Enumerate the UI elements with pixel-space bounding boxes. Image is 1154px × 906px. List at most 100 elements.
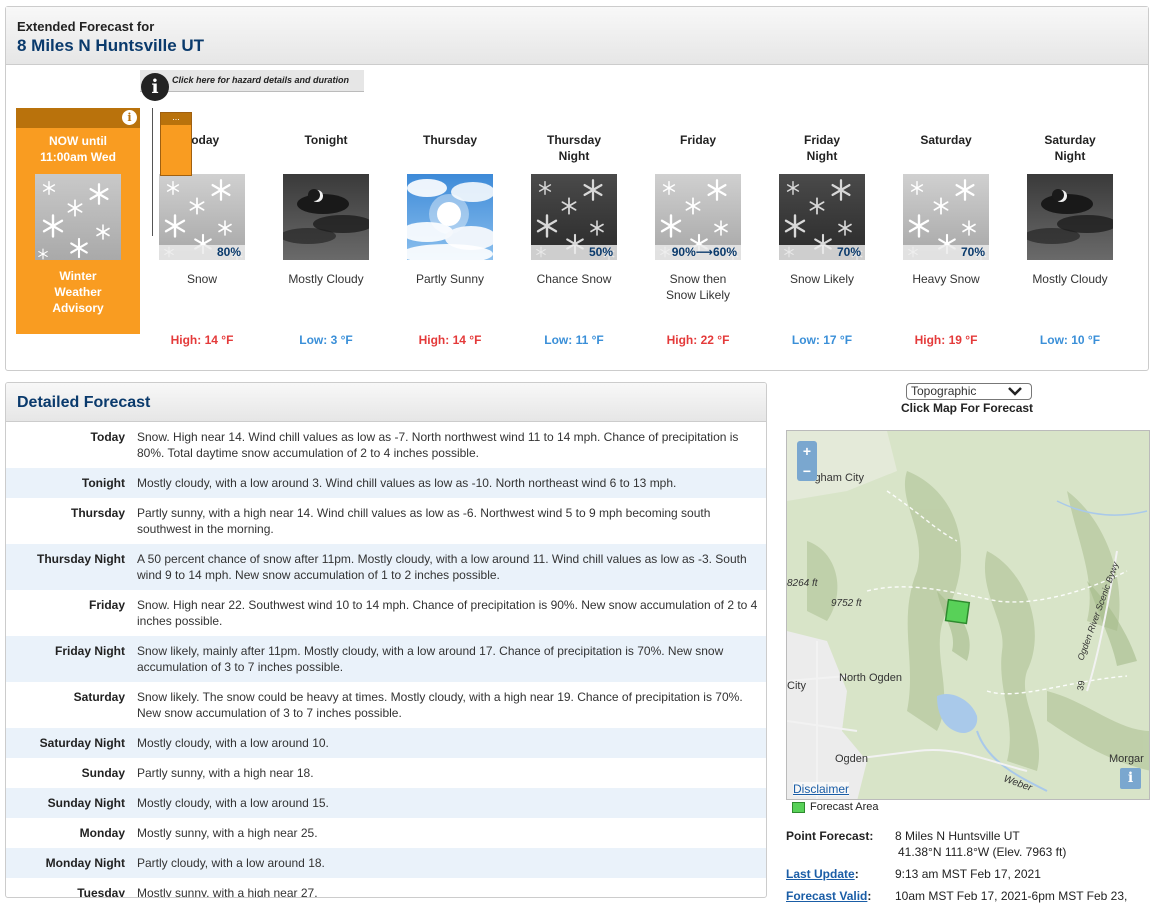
period-temperature: High: 22 °F: [666, 333, 730, 347]
forecast-area-swatch: [792, 801, 805, 813]
point-forecast-value: 8 Miles N Huntsville UT: [895, 829, 1020, 843]
precip-chance: 90%⟶60%: [655, 245, 741, 260]
period-name-line: Thursday: [546, 133, 601, 147]
last-update-label: Last Update:: [786, 866, 886, 882]
precip-chance: 70%: [903, 245, 989, 260]
forecast-valid-value: 10am MST Feb 17, 2021-6pm MST Feb 23,: [895, 889, 1128, 903]
detailed-forecast-row: Saturday Snow likely. The snow could be h…: [6, 682, 766, 728]
detailed-period-text: Snow. High near 22. Southwest wind 10 to…: [137, 598, 758, 628]
legend-label: Forecast Area: [810, 801, 879, 813]
detailed-period-text: Mostly cloudy, with a low around 10.: [137, 736, 329, 750]
detailed-period-label: Monday Night: [45, 856, 125, 870]
detailed-forecast-panel: Detailed Forecast Today Snow. High near 1…: [5, 382, 767, 898]
forecast-valid-link[interactable]: Forecast Valid: [786, 889, 867, 903]
period-name: Tonight: [264, 126, 388, 166]
advisory-bar: i: [16, 108, 140, 128]
detailed-period-text: Partly sunny, with a high near 14. Wind …: [137, 506, 711, 536]
detailed-forecast-row: Friday Snow. High near 22. Southwest wind…: [6, 590, 766, 636]
location-title: 8 Miles N Huntsville UT: [17, 36, 205, 55]
precip-chance: 80%: [159, 245, 245, 260]
detailed-period-label: Today: [90, 430, 125, 444]
detailed-period-label: Thursday Night: [36, 552, 125, 566]
period-name: Thursday Night: [512, 126, 636, 166]
period-temperature: Low: 3 °F: [299, 333, 353, 347]
partly-sunny-icon[interactable]: [407, 174, 493, 260]
period-temperature: Low: 17 °F: [791, 333, 853, 347]
period-temperature: High: 14 °F: [170, 333, 234, 347]
forecast-map[interactable]: Brigham City 8264 ft 9752 ft North Ogden…: [786, 430, 1150, 800]
forecast-period[interactable]: Thursday Partly Sunny High: 14 °F: [388, 126, 512, 347]
map-caption: Click Map For Forecast: [901, 401, 1034, 415]
period-temperature: Low: 10 °F: [1039, 333, 1101, 347]
snow-icon: [35, 174, 121, 260]
last-update-link[interactable]: Last Update: [786, 867, 855, 881]
detailed-forecast-row: Friday Night Snow likely, mainly after 11…: [6, 636, 766, 682]
detailed-forecast-row: Thursday Partly sunny, with a high near 1…: [6, 498, 766, 544]
detailed-period-label: Saturday Night: [39, 736, 125, 750]
map-label-morgan: Morgar: [1109, 753, 1144, 765]
detailed-period-label: Sunday Night: [47, 796, 125, 810]
detailed-forecast-row: Sunday Partly sunny, with a high near 18.: [6, 758, 766, 788]
period-name: Thursday: [388, 126, 512, 166]
advisory-name: Winter Weather Advisory: [16, 268, 140, 316]
winter-weather-advisory-card[interactable]: i NOW until 11:00am Wed Winter Weather A…: [16, 108, 140, 334]
detailed-forecast-row: Sunday Night Mostly cloudy, with a low ar…: [6, 788, 766, 818]
forecast-period[interactable]: Thursday Night 50% Chance Snow Low: 11 °F: [512, 126, 636, 347]
detailed-forecast-rows: Today Snow. High near 14. Wind chill valu…: [6, 422, 766, 897]
advisory-tab-cap: ...: [161, 113, 191, 125]
forecast-period[interactable]: Friday Night 70% Snow Likely Low: 17 °F: [760, 126, 884, 347]
short-forecast-line: Mostly Cloudy: [288, 272, 364, 286]
detailed-forecast-row: Today Snow. High near 14. Wind chill valu…: [6, 422, 766, 468]
night-cloudy-icon[interactable]: [1027, 174, 1113, 260]
map-type-select[interactable]: Topographic: [906, 383, 1032, 400]
forecast-valid-label: Forecast Valid:: [786, 888, 886, 904]
detailed-period-label: Sunday: [81, 766, 125, 780]
period-short-forecast: Snow Likely: [760, 271, 884, 311]
period-name-line: Friday: [679, 133, 716, 147]
info-icon[interactable]: i: [1120, 768, 1141, 789]
period-short-forecast: Chance Snow: [512, 271, 636, 311]
period-short-forecast: Mostly Cloudy: [264, 271, 388, 311]
detailed-period-text: Snow likely, mainly after 11pm. Mostly c…: [137, 644, 724, 674]
map-label-elev2: 9752 ft: [831, 598, 863, 609]
short-forecast-line: Snow Likely: [665, 288, 731, 302]
map-label-elev1: 8264 ft: [787, 578, 819, 589]
snow-icon[interactable]: 90%⟶60%: [655, 174, 741, 260]
detailed-period-text: Mostly cloudy, with a low around 3. Wind…: [137, 476, 677, 490]
period-name-line: Saturday: [920, 133, 972, 147]
forecast-period[interactable]: Saturday 70% Heavy Snow High: 19 °F: [884, 126, 1008, 347]
period-name-line: Tonight: [304, 133, 348, 147]
short-forecast-line: Mostly Cloudy: [1032, 272, 1108, 286]
detailed-period-text: Partly cloudy, with a low around 18.: [137, 856, 325, 870]
snow-icon[interactable]: 80%: [159, 174, 245, 260]
detailed-period-text: Snow. High near 14. Wind chill values as…: [137, 430, 739, 460]
period-name: Saturday: [884, 126, 1008, 166]
advisory-duration-tab[interactable]: ...: [160, 112, 192, 176]
night-snow-icon[interactable]: 50%: [531, 174, 617, 260]
zoom-in-button[interactable]: +: [797, 441, 817, 461]
advisory-name-line: Winter: [59, 269, 97, 283]
detailed-forecast-row: Tuesday Mostly sunny, with a high near 27…: [6, 878, 766, 897]
hazard-details-link[interactable]: Click here for hazard details and durati…: [140, 70, 364, 92]
zoom-out-button[interactable]: −: [797, 461, 817, 481]
period-name: Today: [140, 126, 264, 166]
forecast-period[interactable]: Saturday Night Mostly Cloudy Low: 10 °F: [1008, 126, 1132, 347]
disclaimer-link[interactable]: Disclaimer: [793, 782, 850, 796]
forecast-period[interactable]: Tonight Mostly Cloudy Low: 3 °F: [264, 126, 388, 347]
snow-icon[interactable]: 70%: [903, 174, 989, 260]
period-name-line: Thursday: [422, 133, 477, 147]
short-forecast-line: Chance Snow: [536, 272, 612, 286]
forecast-period[interactable]: Today 80% Snow High: 14 °F: [140, 126, 264, 347]
detailed-period-text: Mostly cloudy, with a low around 15.: [137, 796, 329, 810]
forecast-period[interactable]: Friday 90%⟶60% Snow then Snow Likely High: 2…: [636, 126, 760, 347]
info-icon[interactable]: i: [122, 110, 137, 125]
night-cloudy-icon[interactable]: [283, 174, 369, 260]
info-icon[interactable]: i: [141, 73, 169, 101]
advisory-duration: NOW until 11:00am Wed: [16, 133, 140, 165]
detailed-period-text: Partly sunny, with a high near 18.: [137, 766, 314, 780]
night-snow-icon[interactable]: 70%: [779, 174, 865, 260]
coordinates-value: 41.38°N 111.8°W (Elev. 7963 ft): [898, 845, 1067, 859]
period-name-line: Night: [1054, 149, 1086, 163]
period-name-line: Friday: [803, 133, 840, 147]
extended-forecast-header: Extended Forecast for 8 Miles N Huntsvil…: [6, 7, 1148, 65]
